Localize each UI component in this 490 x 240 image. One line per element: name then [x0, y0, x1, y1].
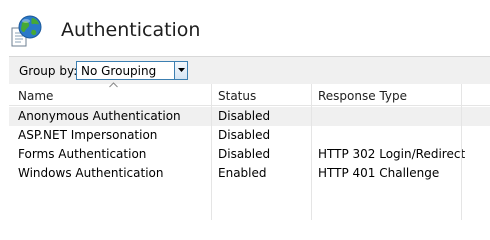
table-row[interactable]: ASP.NET Impersonation Disabled [9, 126, 490, 145]
row-name: ASP.NET Impersonation [18, 128, 158, 142]
group-by-toolbar: Group by: No Grouping [9, 56, 490, 85]
row-status: Disabled [218, 147, 271, 161]
left-margin [0, 56, 9, 220]
column-header-status[interactable]: Status [218, 89, 256, 103]
column-divider[interactable] [311, 84, 312, 220]
row-response-type: HTTP 302 Login/Redirect [318, 147, 466, 161]
chevron-down-icon [178, 68, 185, 72]
group-by-label: Group by: [19, 64, 78, 78]
header-divider [9, 105, 490, 106]
row-status: Disabled [218, 109, 271, 123]
authentication-table: Name Status Response Type Anonymous Auth… [9, 82, 490, 220]
sort-ascending-icon [109, 82, 118, 88]
page-title: Authentication [61, 19, 201, 41]
row-name: Windows Authentication [18, 166, 164, 180]
dropdown-arrow-button[interactable] [174, 62, 187, 79]
table-row[interactable]: Forms Authentication Disabled HTTP 302 L… [9, 145, 490, 164]
table-header: Name Status Response Type [9, 82, 490, 106]
authentication-globe-document-icon [10, 14, 44, 50]
row-response-type: HTTP 401 Challenge [318, 166, 440, 180]
page-header: Authentication [0, 0, 490, 56]
row-status: Disabled [218, 128, 271, 142]
column-divider[interactable] [211, 84, 212, 220]
group-by-dropdown[interactable]: No Grouping [76, 61, 188, 80]
column-header-response-type[interactable]: Response Type [318, 89, 407, 103]
row-status: Enabled [218, 166, 267, 180]
table-row[interactable]: Anonymous Authentication Disabled [9, 107, 490, 126]
row-name: Forms Authentication [18, 147, 147, 161]
row-name: Anonymous Authentication [18, 109, 181, 123]
column-header-name[interactable]: Name [18, 89, 53, 103]
group-by-selected-value: No Grouping [81, 64, 157, 78]
column-divider[interactable] [461, 84, 462, 220]
table-row[interactable]: Windows Authentication Enabled HTTP 401 … [9, 164, 490, 183]
